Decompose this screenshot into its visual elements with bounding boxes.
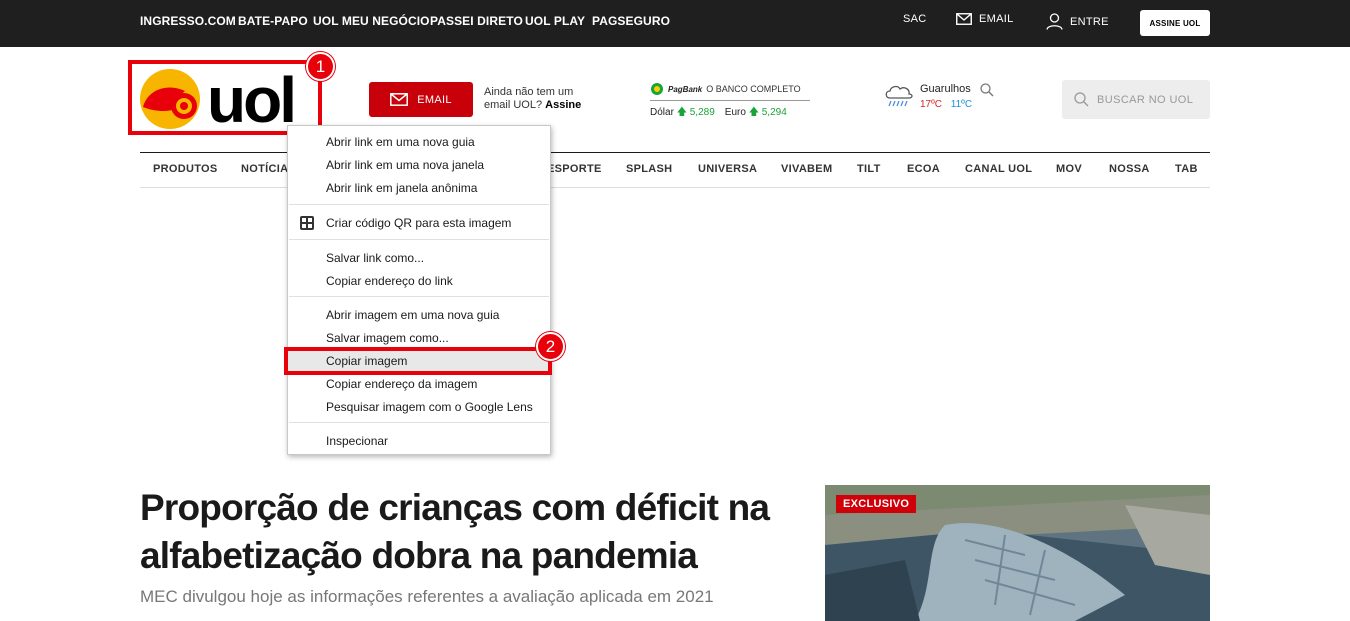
arrow-up-icon: 🡅	[676, 107, 687, 118]
nav-item-ecoa[interactable]: ECOA	[907, 163, 940, 175]
ctx-separator	[289, 296, 549, 297]
step-badge-1: 1	[306, 52, 335, 81]
exclusive-tag: EXCLUSIVO	[836, 495, 917, 513]
ctx-separator	[289, 204, 549, 205]
step-badge-2: 2	[536, 332, 565, 361]
search-icon	[1074, 92, 1089, 107]
entre-label: ENTRE	[1070, 15, 1109, 28]
arrow-up-icon: 🡅	[748, 107, 759, 118]
article-subhead[interactable]: MEC divulgou hoje as informações referen…	[140, 587, 714, 607]
nav-item-esporte[interactable]: ESPORTE	[547, 163, 602, 175]
article-headline[interactable]: Proporção de crianças com déficit na alf…	[140, 484, 810, 580]
pagbank-brand: PagBank	[668, 84, 703, 94]
dolar-value: 5,289	[689, 107, 715, 118]
search-placeholder: BUSCAR NO UOL	[1097, 93, 1194, 106]
top-bar: INGRESSO.COM BATE-PAPO UOL MEU NEGÓCIO P…	[0, 0, 1350, 47]
ctx-open-image-new-tab[interactable]: Abrir imagem em uma nova guia	[288, 304, 550, 327]
nav-item-tilt[interactable]: TILT	[857, 163, 881, 175]
ctx-save-link-as[interactable]: Salvar link como...	[288, 247, 550, 270]
envelope-icon	[390, 93, 409, 106]
weather-city: Guarulhos	[920, 83, 971, 95]
ctx-search-google-lens[interactable]: Pesquisar imagem com o Google Lens	[288, 396, 550, 419]
user-icon	[1046, 13, 1063, 30]
qr-code-icon	[300, 216, 314, 230]
ctx-copy-link-address[interactable]: Copiar endereço do link	[288, 270, 550, 293]
pagbank-rates[interactable]: PagBank O BANCO COMPLETO Dólar 🡅 5,289 E…	[650, 82, 810, 122]
topbar-email-link[interactable]: EMAIL	[956, 13, 1014, 25]
copy-image-highlight-box	[284, 347, 552, 375]
ctx-open-link-incognito[interactable]: Abrir link em janela anônima	[288, 177, 550, 200]
email-button[interactable]: EMAIL	[369, 82, 473, 117]
email-promo-cta[interactable]: Assine	[545, 99, 581, 111]
rain-cloud-icon	[885, 85, 913, 107]
topbar-email-label: EMAIL	[979, 13, 1014, 25]
temp-min: 11ºC	[950, 99, 973, 110]
topbar-link-bate-papo[interactable]: BATE-PAPO	[238, 14, 308, 28]
ctx-create-qr-code-label: Criar código QR para esta imagem	[326, 216, 512, 230]
ctx-copy-image-address[interactable]: Copiar endereço da imagem	[288, 373, 550, 396]
context-menu: Abrir link em uma nova guia Abrir link e…	[287, 125, 551, 455]
euro-value: 5,294	[761, 107, 787, 118]
envelope-icon	[956, 13, 972, 25]
search-input[interactable]: BUSCAR NO UOL	[1062, 80, 1210, 119]
ctx-separator	[289, 422, 549, 423]
nav-item-canal-uol[interactable]: CANAL UOL	[965, 163, 1032, 175]
logo-highlight-box	[128, 60, 322, 135]
email-promo[interactable]: Ainda não tem um email UOL? Assine	[484, 86, 581, 112]
nav-item-noticias[interactable]: NOTÍCIA	[241, 163, 288, 175]
pagbank-tagline: O BANCO COMPLETO	[706, 84, 801, 94]
assine-uol-button[interactable]: ASSINE UOL	[1140, 10, 1210, 36]
nav-item-nossa[interactable]: NOSSA	[1109, 163, 1150, 175]
topbar-link-passei-direto[interactable]: PASSEI DIRETO	[430, 14, 523, 28]
ctx-open-link-new-window[interactable]: Abrir link em uma nova janela	[288, 154, 550, 177]
dolar-label: Dólar	[650, 107, 674, 118]
email-button-label: EMAIL	[417, 93, 452, 106]
ctx-open-link-new-tab[interactable]: Abrir link em uma nova guia	[288, 131, 550, 154]
temp-max: 17ºC	[920, 99, 942, 110]
topbar-link-uol-play[interactable]: UOL PLAY	[525, 14, 585, 28]
nav-item-produtos[interactable]: PRODUTOS	[153, 163, 218, 175]
email-promo-line2: email UOL?	[484, 99, 543, 111]
topbar-link-meu-negocio[interactable]: UOL MEU NEGÓCIO	[313, 14, 430, 28]
nav-item-vivabem[interactable]: VIVABEM	[781, 163, 832, 175]
search-icon[interactable]	[980, 83, 994, 97]
ctx-create-qr-code[interactable]: Criar código QR para esta imagem	[288, 212, 550, 235]
nav-item-tab[interactable]: TAB	[1175, 163, 1198, 175]
ctx-separator	[289, 239, 549, 240]
email-promo-line1: Ainda não tem um	[484, 86, 574, 98]
nav-item-mov[interactable]: MOV	[1056, 163, 1082, 175]
ctx-inspect[interactable]: Inspecionar	[288, 430, 550, 453]
entre-link[interactable]: ENTRE	[1046, 13, 1109, 30]
pagbank-icon	[651, 83, 663, 95]
topbar-link-ingresso[interactable]: INGRESSO.COM	[140, 14, 236, 28]
topbar-link-pagseguro[interactable]: PAGSEGURO	[592, 14, 670, 28]
nav-item-splash[interactable]: SPLASH	[626, 163, 672, 175]
euro-label: Euro	[724, 107, 746, 118]
sac-link[interactable]: SAC	[903, 13, 927, 25]
nav-item-universa[interactable]: UNIVERSA	[698, 163, 757, 175]
sac-label: SAC	[903, 13, 927, 25]
